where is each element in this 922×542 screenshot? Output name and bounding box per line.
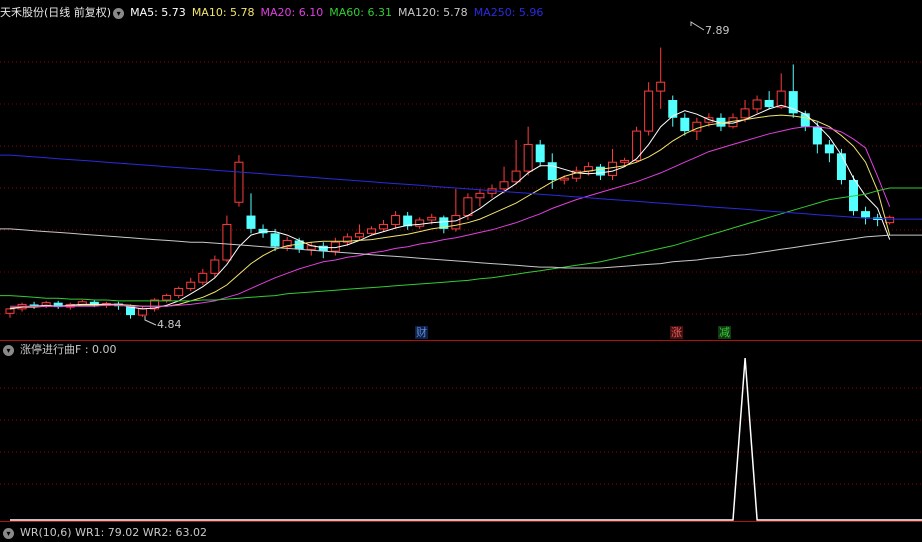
ma-legend-item: MA250: 5.96 — [473, 6, 544, 19]
candle-body[interactable] — [270, 233, 280, 247]
candle-body[interactable] — [451, 215, 461, 230]
candle-body[interactable] — [427, 216, 437, 221]
indicator-toggle-icon[interactable]: ▾ — [3, 344, 14, 356]
candle-body[interactable] — [246, 215, 256, 229]
indicator-line — [10, 357, 922, 521]
indicator-series — [10, 357, 922, 521]
candle-body[interactable] — [620, 159, 630, 163]
ma-line-ma250 — [0, 154, 922, 220]
candle-body[interactable] — [318, 245, 328, 252]
ma-line-ma5 — [9, 104, 891, 310]
candle-body[interactable] — [138, 308, 148, 316]
ma-line-ma10 — [9, 114, 891, 309]
candle-body[interactable] — [608, 161, 617, 177]
low-pointer — [144, 316, 157, 326]
ma-line-ma120 — [0, 228, 922, 269]
candlestick-series[interactable] — [5, 47, 895, 319]
candle-body[interactable] — [463, 197, 473, 217]
candle-body[interactable] — [535, 144, 545, 163]
indicator-separator: : — [81, 343, 93, 356]
ma-legend-item: MA5: 5.73 — [130, 6, 186, 19]
event-marker-reduce[interactable]: 减 — [718, 326, 731, 339]
stock-title[interactable]: 天禾股份(日线 前复权) — [0, 6, 111, 19]
candle-body[interactable] — [499, 181, 509, 190]
ma-legend-item: MA20: 6.10 — [260, 6, 324, 19]
candle-body[interactable] — [836, 153, 846, 180]
indicator-panel-header: ▾ 涨停进行曲F : 0.00 — [0, 341, 123, 359]
ma-line-ma20 — [10, 126, 891, 307]
candle-body[interactable] — [222, 223, 232, 261]
indicator-value: 0.00 — [92, 343, 117, 356]
candle-body[interactable] — [680, 117, 690, 132]
candle-body[interactable] — [354, 232, 364, 238]
moving-average-lines — [0, 104, 922, 310]
candle-body[interactable] — [367, 228, 376, 234]
indicator-name[interactable]: 涨停进行曲F — [20, 343, 81, 356]
ma-line-ma60 — [0, 187, 922, 302]
candle-body[interactable] — [379, 223, 389, 230]
main-panel-header: 天禾股份(日线 前复权) ▾ MA5: 5.73 MA10: 5.78 MA20: 6.… — [0, 4, 555, 22]
settings-toggle-icon[interactable]: ▾ — [113, 7, 125, 19]
candle-body[interactable] — [475, 192, 485, 199]
candle-body[interactable] — [186, 281, 196, 289]
wr-indicator-label[interactable]: WR(10,6) WR1: 79.02 WR2: 63.02 — [20, 526, 207, 539]
candle-body[interactable] — [523, 143, 533, 172]
candle-body[interactable] — [824, 144, 834, 154]
high-pointer — [690, 21, 705, 31]
candle-body[interactable] — [559, 177, 569, 181]
candle-body[interactable] — [5, 308, 15, 314]
price-annotations: 7.89 4.84 — [144, 21, 730, 331]
candle-body[interactable] — [415, 219, 425, 227]
candle-body[interactable] — [198, 272, 208, 283]
bottom-panel-header: ▾ WR(10,6) WR1: 79.02 WR2: 63.02 — [0, 524, 213, 542]
candle-body[interactable] — [210, 259, 220, 274]
candle-body[interactable] — [644, 90, 654, 132]
event-marker-finance[interactable]: 财 — [415, 326, 428, 339]
candle-body[interactable] — [391, 215, 401, 225]
chart-canvas: 7.89 4.84 — [0, 21, 922, 522]
high-price-label: 7.89 — [705, 24, 730, 37]
candle-body[interactable] — [800, 113, 810, 127]
candle-body[interactable] — [764, 100, 774, 108]
ma-legend-item: MA120: 5.78 — [397, 6, 468, 19]
low-price-label: 4.84 — [157, 318, 182, 331]
event-marker-rise[interactable]: 涨 — [670, 326, 683, 339]
candle-body[interactable] — [752, 99, 762, 110]
ma-legend: MA5: 5.73 MA10: 5.78 MA20: 6.10 MA60: 6.31 M… — [130, 6, 549, 19]
candle-body[interactable] — [174, 287, 184, 297]
candle-body[interactable] — [511, 170, 521, 183]
candle-body[interactable] — [812, 126, 822, 145]
ma-legend-item: MA10: 5.78 — [191, 6, 255, 19]
candle-body[interactable] — [234, 161, 244, 203]
bottom-toggle-icon[interactable]: ▾ — [3, 527, 14, 539]
candle-body[interactable] — [776, 90, 786, 108]
candle-body[interactable] — [595, 166, 605, 176]
candle-body[interactable] — [885, 216, 895, 224]
candle-body[interactable] — [547, 162, 557, 180]
candle-body[interactable] — [162, 295, 172, 301]
ma-legend-item: MA60: 6.31 — [329, 6, 392, 19]
candle-body[interactable] — [740, 108, 750, 119]
candle-body[interactable] — [861, 211, 871, 218]
candle-body[interactable] — [656, 81, 666, 92]
